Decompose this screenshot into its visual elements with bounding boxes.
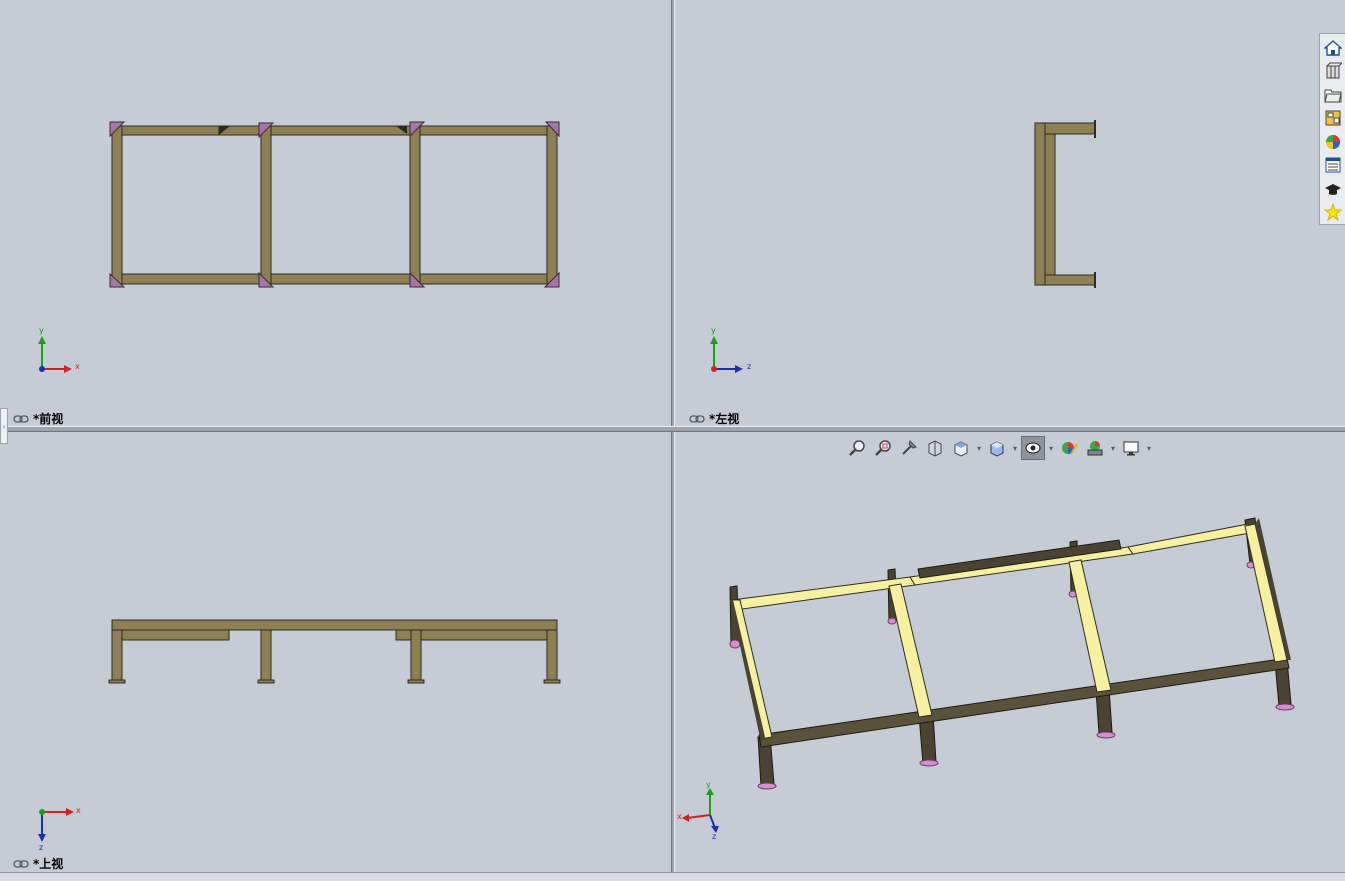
link-views-icon [13,859,29,868]
viewport-isometric[interactable]: ▾ ▾ ▾ ▾ ▾ x y z [675,432,1345,872]
viewport-splitter-horizontal[interactable] [0,426,1345,432]
viewport-label-left[interactable]: *左视 [689,410,739,426]
learning-icon[interactable] [1322,178,1344,200]
viewport-front[interactable]: y x *前视 [0,0,671,426]
isometric-view-model: x y z [677,517,1295,841]
coordinate-triad: y z [710,326,751,373]
viewport-label-text: *左视 [709,412,740,426]
folder-icon[interactable] [1322,84,1344,106]
favorites-star-icon[interactable] [1322,202,1344,224]
custom-properties-icon[interactable] [1322,155,1344,177]
link-views-icon [689,414,705,423]
viewport-label-top[interactable]: *上视 [13,855,63,872]
viewport-label-text: *前视 [33,412,64,426]
svg-text:x: x [75,362,80,371]
svg-text:z: z [747,362,751,371]
viewport-label-text: *上视 [33,857,64,871]
left-view-model: y z [710,120,1096,373]
task-pane-tabs [1319,33,1345,225]
svg-text:x: x [76,806,81,815]
parts-library-icon[interactable] [1322,61,1344,83]
panel-collapse-handle[interactable]: ‹ [0,408,8,444]
svg-text:x: x [677,812,682,821]
status-bar-edge [0,872,1345,881]
viewport-label-front[interactable]: *前视 [13,410,63,426]
top-view-model: x z [38,619,561,852]
front-view-model: y x [38,121,560,373]
coordinate-triad: x y z [677,780,719,841]
svg-text:y: y [706,780,711,789]
viewport-splitter-vertical[interactable] [671,0,675,872]
viewport-top[interactable]: x z *上视 [0,432,671,872]
coordinate-triad: x z [38,806,81,852]
link-views-icon [13,414,29,423]
home-icon[interactable] [1322,37,1344,59]
svg-text:z: z [39,843,43,852]
coordinate-triad: y x [38,326,80,373]
appearance-icon[interactable] [1322,131,1344,153]
view-palette-icon[interactable] [1322,108,1344,130]
svg-text:z: z [712,832,716,841]
svg-text:y: y [711,326,716,335]
svg-text:y: y [39,326,44,335]
viewport-left[interactable]: y z *左视 [675,0,1345,426]
